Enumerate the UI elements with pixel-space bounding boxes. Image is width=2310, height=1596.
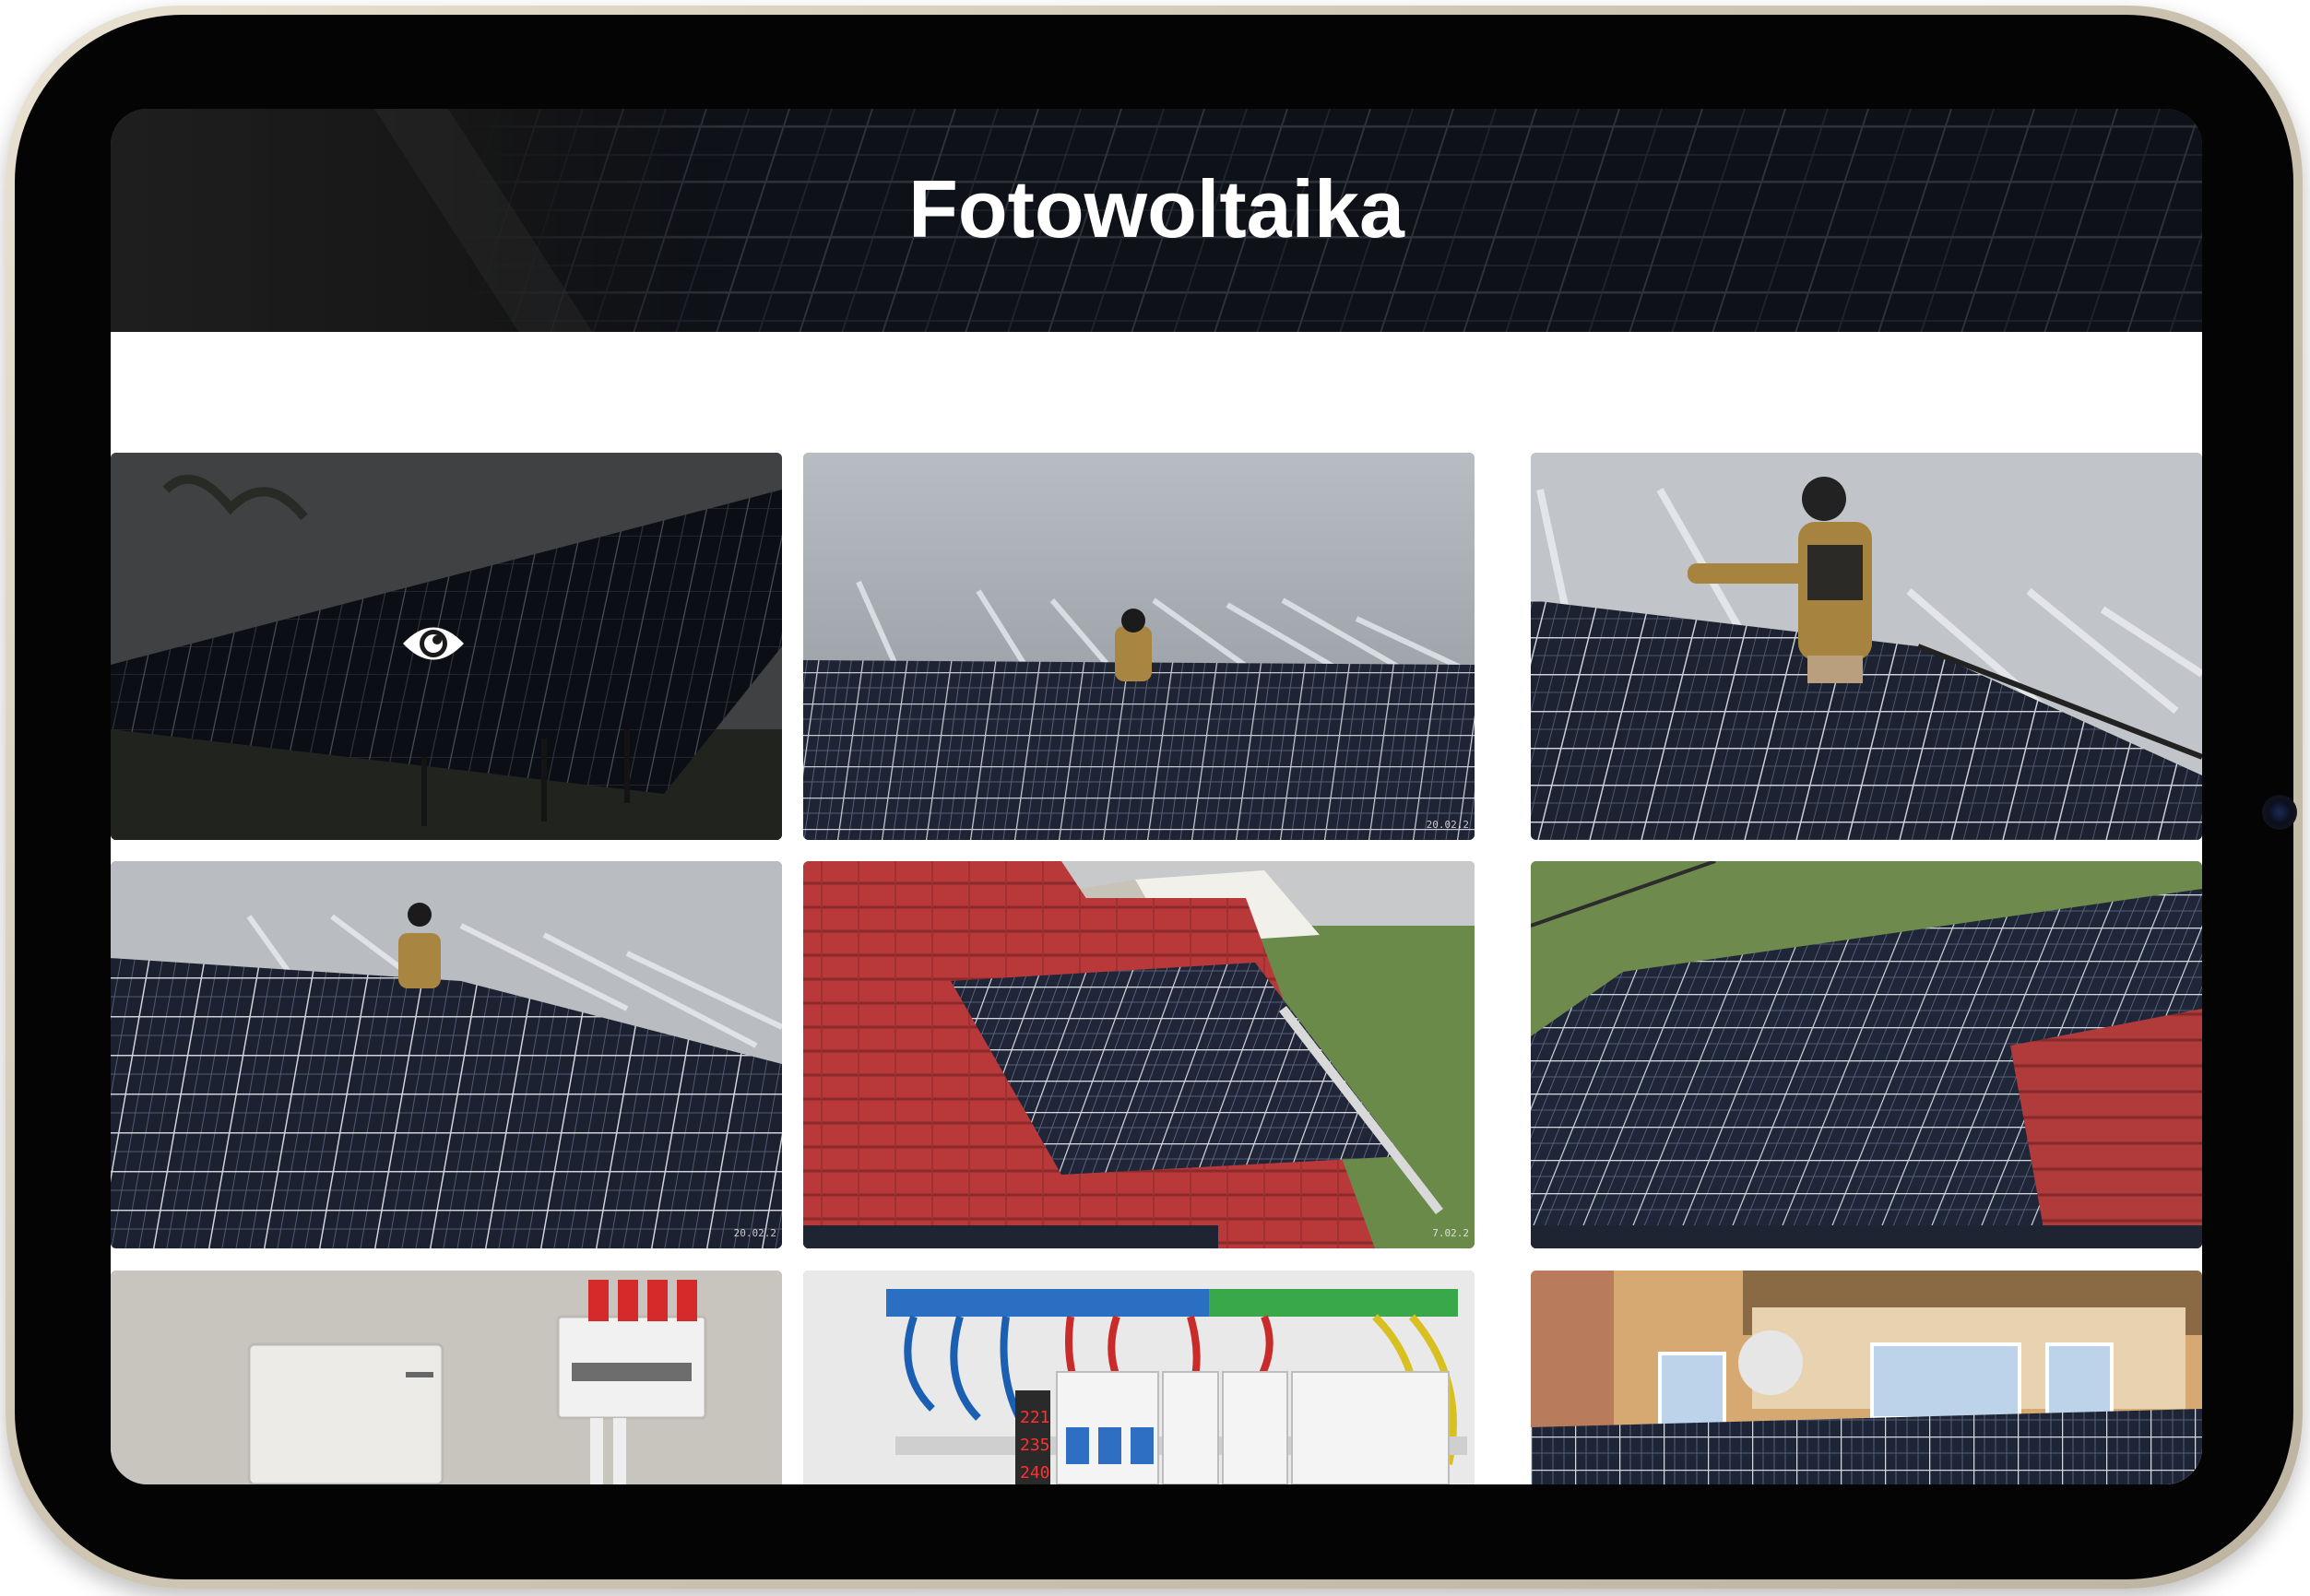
photo-gallery: 20.02.2 20.02.2 7.02.2 221 235 240 <box>111 453 2202 1484</box>
svg-text:240: 240 <box>1020 1463 1050 1483</box>
photo-timestamp: 20.02.2 <box>1426 819 1469 831</box>
gallery-photo: 221 235 240 <box>803 1271 1475 1484</box>
screen: Fotowoltaika 20.02.2 20.02.2 7.02.2 221 … <box>111 109 2202 1484</box>
gallery-photo <box>111 861 782 1248</box>
gallery-photo <box>803 453 1475 840</box>
page-title: Fotowoltaika <box>908 163 1404 254</box>
gallery-photo <box>1531 1271 2202 1484</box>
gallery-photo <box>1531 453 2202 840</box>
svg-text:221: 221 <box>1020 1408 1050 1427</box>
gallery-item[interactable] <box>1531 861 2202 1248</box>
eye-icon[interactable] <box>400 617 467 670</box>
gallery-item[interactable]: 221 235 240 <box>803 1271 1475 1484</box>
gallery-item[interactable] <box>111 453 782 840</box>
photo-timestamp: 20.02.2 <box>733 1227 776 1239</box>
gallery-item[interactable] <box>1531 1271 2202 1484</box>
gallery-photo <box>111 1271 782 1484</box>
gallery-photo <box>803 861 1475 1248</box>
gallery-item[interactable]: 20.02.2 <box>111 861 782 1248</box>
gallery-item[interactable] <box>1531 453 2202 840</box>
svg-text:235: 235 <box>1020 1436 1050 1455</box>
front-camera <box>2262 795 2297 830</box>
photo-timestamp: 7.02.2 <box>1432 1227 1469 1239</box>
gallery-item[interactable] <box>111 1271 782 1484</box>
hero-banner: Fotowoltaika <box>111 109 2202 332</box>
gallery-item[interactable]: 7.02.2 <box>803 861 1475 1248</box>
gallery-item[interactable]: 20.02.2 <box>803 453 1475 840</box>
gallery-photo <box>1531 861 2202 1248</box>
